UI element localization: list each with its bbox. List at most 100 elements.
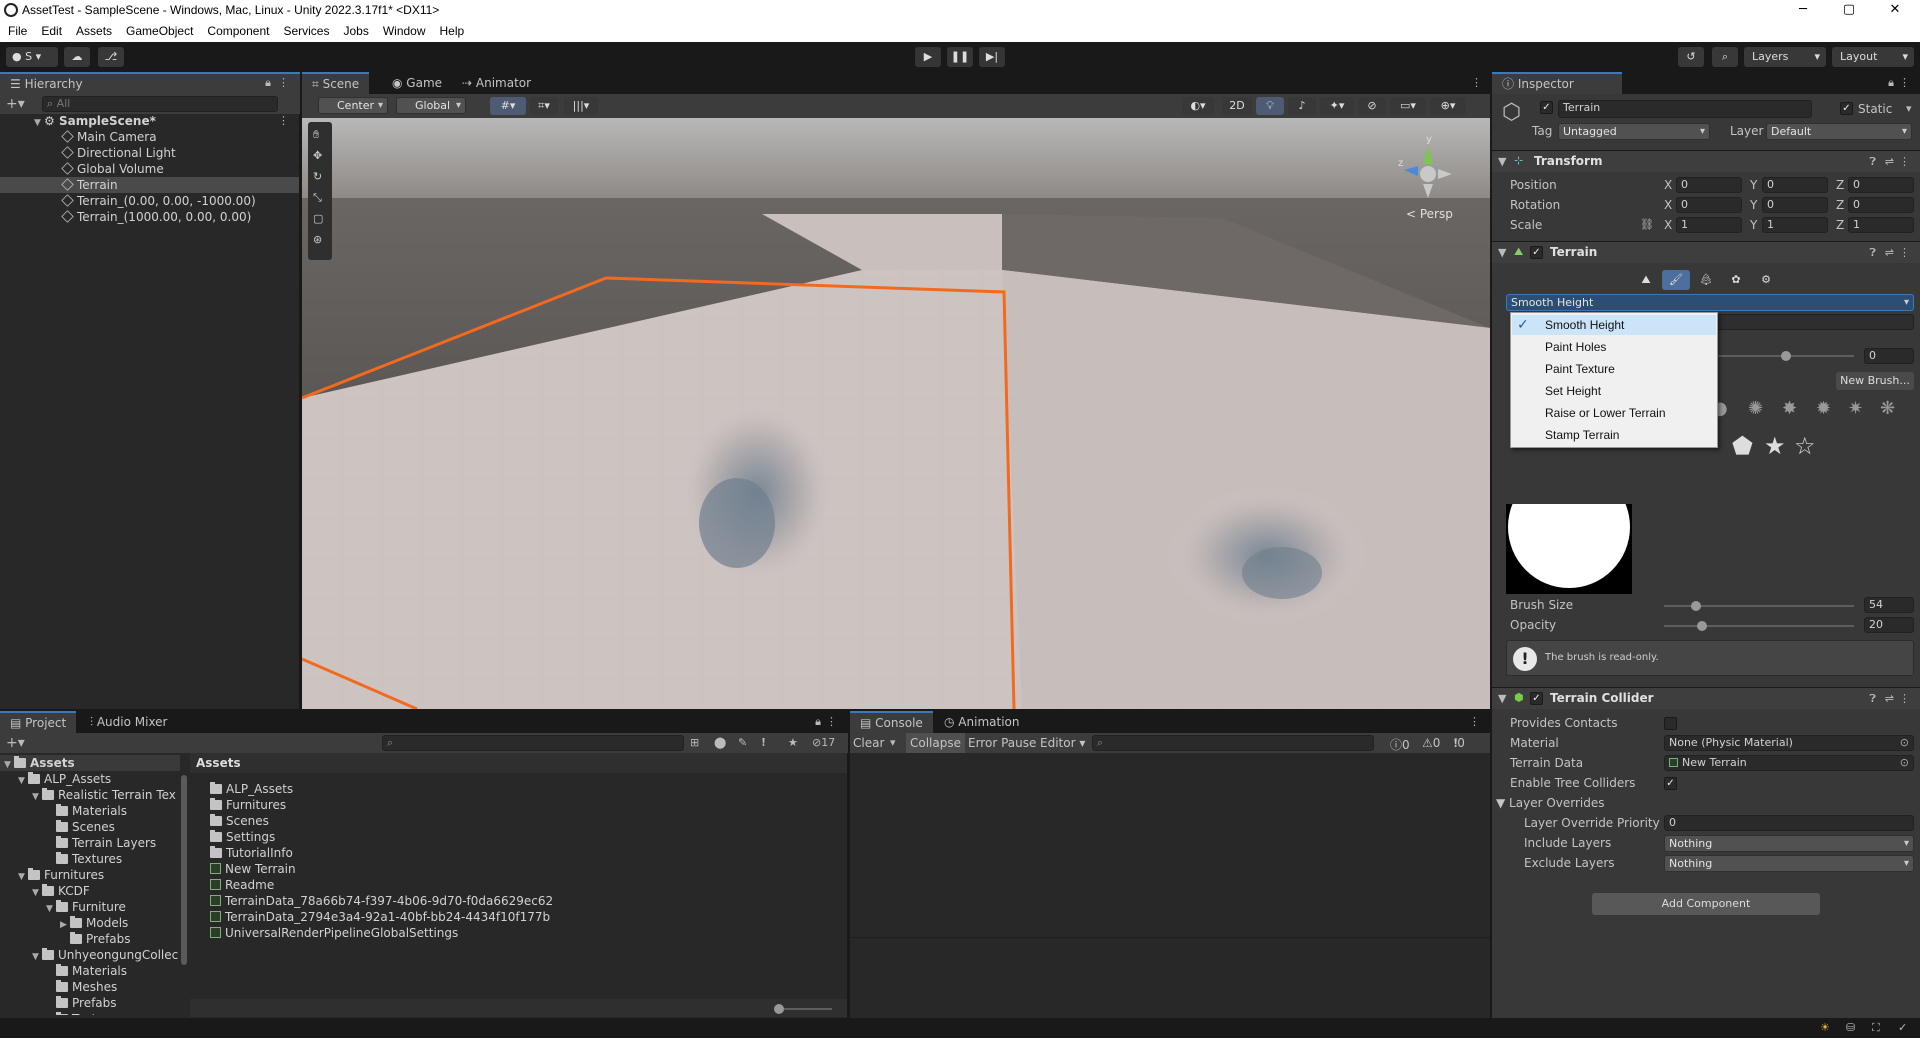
search-by-label-icon[interactable]: ⬤ [714, 736, 726, 749]
help-icon[interactable]: ❓︎ [1869, 155, 1876, 169]
2d-toggle[interactable]: 2D [1222, 97, 1252, 115]
position-z[interactable]: 0 [1848, 177, 1914, 193]
asset-item[interactable]: Readme [210, 877, 274, 893]
more-icon[interactable]: ⋮ [826, 715, 837, 728]
more-icon[interactable]: ⋮ [1899, 692, 1910, 705]
camera-icon[interactable]: ▭▾ [1390, 97, 1426, 115]
tree-scrollbar[interactable] [180, 755, 188, 1017]
folder-tree-item[interactable]: ▼ Realistic Terrain Tex [32, 787, 176, 803]
more-icon[interactable]: ⋮ [1899, 246, 1910, 259]
terrain-data-field[interactable]: New Terrain ⊙ [1664, 755, 1914, 771]
provides-contacts-checkbox[interactable] [1664, 717, 1677, 730]
static-checkbox[interactable]: ✓ [1840, 102, 1853, 115]
brush-square-icon[interactable]: ⬟ [1732, 432, 1753, 460]
menu-component[interactable]: Component [199, 21, 275, 38]
maximize-button[interactable]: ▢ [1826, 0, 1872, 21]
tab-hierarchy[interactable]: ☰ Hierarchy [0, 72, 300, 94]
play-button[interactable]: ▶ [915, 47, 941, 67]
scale-x[interactable]: 1 [1676, 217, 1742, 233]
create-button[interactable]: +▾ [6, 735, 25, 751]
paint-trees-icon[interactable]: 🌲︎ [1692, 270, 1720, 290]
brush-size-thumb[interactable] [1691, 601, 1702, 611]
transform-header[interactable]: ▼ ⊹ Transform ❓︎ ⇌ ⋮ [1492, 150, 1920, 172]
menu-item-paint-texture[interactable]: Paint Texture [1545, 361, 1615, 377]
terrain-collider-header[interactable]: ▼ ⬢ ✓ Terrain Collider ❓︎ ⇌ ⋮ [1492, 687, 1920, 709]
rotation-x[interactable]: 0 [1676, 197, 1742, 213]
rect-tool-icon[interactable]: ▢ [313, 212, 323, 225]
terrain-tool-dropdown[interactable]: Smooth Height [1506, 294, 1914, 311]
more-icon[interactable]: ⋮ [278, 76, 289, 89]
expand-arrow-icon[interactable]: ▼ [32, 949, 42, 965]
folder-tree-item[interactable]: ▼ KCDF [32, 883, 90, 899]
brush-splat3-icon[interactable]: ✷ [1848, 398, 1863, 419]
error-count[interactable]: ❗︎0 [1454, 736, 1465, 751]
tab-inspector[interactable]: ⓘ Inspector [1492, 72, 1622, 94]
error-pause-toggle[interactable]: Error Pause [968, 736, 1036, 750]
persp-label[interactable]: < Persp [1406, 207, 1453, 221]
object-picker-icon[interactable]: ⊙ [1900, 736, 1909, 750]
gizmos-icon[interactable]: ⊕▾ [1430, 97, 1466, 115]
zoom-slider[interactable] [778, 1008, 832, 1010]
project-search-input[interactable]: ⌕ [382, 735, 684, 751]
close-button[interactable]: ✕ [1872, 0, 1918, 21]
folder-tree-item[interactable]: ▶ Models [60, 915, 128, 931]
menu-window[interactable]: Window [375, 21, 432, 38]
warning-filter-icon[interactable]: ❗︎ [762, 736, 765, 750]
lock-icon[interactable]: 🔒︎ [1888, 76, 1894, 90]
folder-tree-item[interactable]: Textures [46, 851, 122, 867]
tab-project[interactable]: ▤ Project [0, 711, 77, 733]
folder-tree-item[interactable]: ▼ Furniture [46, 899, 126, 915]
paint-terrain-icon[interactable]: 🖌︎ [1662, 270, 1690, 290]
blur-slider-thumb[interactable] [1781, 351, 1791, 361]
rotation-z[interactable]: 0 [1848, 197, 1914, 213]
folder-tree-item[interactable]: Terrain Layers [46, 835, 156, 851]
menu-edit[interactable]: Edit [33, 21, 68, 38]
editor-dropdown[interactable]: Editor ▾ [1040, 736, 1085, 750]
menu-help[interactable]: Help [432, 21, 471, 38]
add-component-button[interactable]: Add Component [1592, 893, 1820, 915]
rotate-tool-icon[interactable]: ↻ [313, 170, 322, 183]
opacity-value[interactable]: 20 [1864, 617, 1914, 633]
blur-value[interactable]: 0 [1864, 348, 1914, 364]
lock-icon[interactable]: 🔒︎ [265, 76, 271, 90]
tab-audio-mixer[interactable]: ⫶ Audio Mixer [80, 711, 178, 733]
menu-gameobject[interactable]: GameObject [118, 21, 199, 38]
brush-star-filled-icon[interactable]: ★ [1764, 432, 1786, 460]
cloud-icon[interactable]: ☁ [64, 47, 90, 67]
menu-file[interactable]: File [0, 21, 33, 38]
zoom-slider-thumb[interactable] [774, 1004, 784, 1014]
hierarchy-item[interactable]: Main Camera [61, 129, 157, 145]
terrain-enabled-checkbox[interactable]: ✓ [1530, 246, 1543, 259]
collider-enabled-checkbox[interactable]: ✓ [1530, 692, 1543, 705]
more-icon[interactable]: ⋮ [1469, 715, 1480, 728]
preset-icon[interactable]: ⇌ [1885, 692, 1894, 705]
brush-splat-icon[interactable]: ✸ [1782, 398, 1797, 419]
tag-dropdown[interactable]: Untagged [1558, 123, 1710, 140]
rotation-y[interactable]: 0 [1762, 197, 1828, 213]
asset-item[interactable]: New Terrain [210, 861, 296, 877]
terrain-settings-icon[interactable]: ⚙︎ [1752, 270, 1780, 290]
scale-z[interactable]: 1 [1848, 217, 1914, 233]
enable-tree-colliders-checkbox[interactable]: ✓ [1664, 777, 1677, 790]
space-dropdown[interactable]: Global [396, 97, 466, 114]
lighting-icon[interactable]: 💡︎ [1256, 97, 1284, 115]
material-field[interactable]: None (Physic Material) ⊙ [1664, 735, 1914, 751]
grid-snap-icon[interactable]: #▾ [490, 97, 526, 115]
lock-icon[interactable]: 🔒︎ [815, 715, 821, 729]
menu-item-paint-holes[interactable]: Paint Holes [1545, 339, 1606, 355]
preset-icon[interactable]: ⇌ [1885, 246, 1894, 259]
menu-services[interactable]: Services [275, 21, 335, 38]
include-layers-dropdown[interactable]: Nothing [1664, 835, 1914, 852]
opacity-slider[interactable] [1664, 625, 1854, 627]
layer-dropdown[interactable]: Default [1766, 123, 1912, 140]
warning-count[interactable]: ⚠0 [1422, 736, 1440, 750]
menu-jobs[interactable]: Jobs [335, 21, 374, 38]
layers-dropdown[interactable]: Layers ▾ [1744, 47, 1826, 67]
progress-icon[interactable]: ✓ [1898, 1021, 1907, 1034]
hierarchy-item[interactable]: Terrain_(1000.00, 0.00, 0.00) [61, 209, 251, 225]
asset-item[interactable]: UniversalRenderPipelineGlobalSettings [210, 925, 458, 941]
asset-item[interactable]: Scenes [210, 813, 269, 829]
move-tool-icon[interactable]: ✥ [313, 149, 322, 162]
tab-animator[interactable]: ⇢ Animator [452, 72, 541, 94]
collapse-toggle[interactable]: Collapse [906, 733, 965, 753]
